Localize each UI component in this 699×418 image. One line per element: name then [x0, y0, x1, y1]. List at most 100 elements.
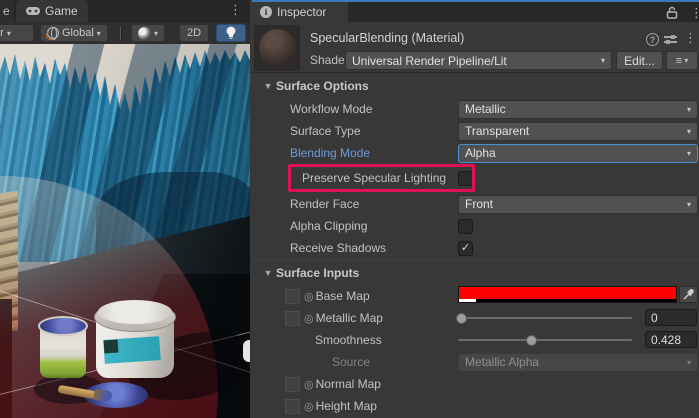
foldout-icon[interactable]: ▼: [260, 268, 276, 278]
smoothness-slider-knob[interactable]: [526, 335, 537, 346]
game-panel: e Game ⋮ ter ▾ Global ▾: [0, 0, 250, 418]
color-swatch-main: [459, 287, 676, 299]
chevron-down-icon: ▾: [7, 29, 11, 38]
material-menu-icon[interactable]: ⋮: [684, 31, 697, 44]
height-map-label: Height Map: [316, 399, 377, 413]
workflow-mode-row: Workflow Mode Metallic ▾: [252, 98, 699, 120]
source-dropdown: Metallic Alpha ▾: [458, 353, 698, 372]
source-value: Metallic Alpha: [465, 355, 539, 369]
unlock-icon[interactable]: [666, 6, 678, 19]
surface-type-label: Surface Type: [290, 124, 361, 138]
unity-editor: e Game ⋮ ter ▾ Global ▾: [0, 0, 699, 418]
scene-object: [243, 340, 250, 362]
inspector-tab-bar: i Inspector ⋮: [252, 2, 699, 22]
shader-list-dropdown[interactable]: ≡ ▾: [666, 51, 698, 70]
workflow-mode-value: Metallic: [465, 102, 506, 116]
smoothness-row: Smoothness 0.428: [252, 329, 699, 351]
preserve-specular-checkbox[interactable]: [458, 171, 473, 186]
eyedropper-button[interactable]: [679, 286, 698, 303]
blending-mode-value: Alpha: [465, 146, 496, 160]
material-header: SpecularBlending (Material) ? ⋮ Shader U…: [252, 22, 699, 73]
scene-bucket-logo: [104, 340, 119, 354]
surface-type-row: Surface Type Transparent ▾: [252, 120, 699, 142]
alpha-fill: [459, 299, 476, 302]
alpha-clipping-checkbox[interactable]: [458, 219, 473, 234]
chevron-down-icon: ▾: [687, 105, 691, 114]
height-map-texture-slot[interactable]: [285, 399, 300, 414]
base-map-color-swatch[interactable]: [458, 286, 677, 303]
smoothness-slider[interactable]: [458, 339, 632, 341]
shading-mode-button[interactable]: ▾: [131, 24, 165, 42]
presets-icon[interactable]: [664, 33, 677, 46]
workflow-mode-dropdown[interactable]: Metallic ▾: [458, 100, 698, 119]
metallic-map-label: Metallic Map: [316, 311, 383, 325]
game-tab-bar: e Game ⋮: [0, 0, 250, 22]
surface-type-dropdown[interactable]: Transparent ▾: [458, 122, 698, 141]
receive-shadows-checkbox[interactable]: ✓: [458, 241, 473, 256]
shader-dropdown[interactable]: Universal Render Pipeline/Lit ▾: [345, 51, 612, 70]
foldout-icon[interactable]: ▼: [260, 81, 276, 91]
game-viewport[interactable]: [0, 44, 250, 418]
material-title: SpecularBlending (Material): [310, 31, 464, 45]
metallic-map-texture-slot[interactable]: [285, 311, 300, 326]
metallic-slider-knob[interactable]: [456, 313, 467, 324]
2d-label: 2D: [187, 27, 201, 39]
texture-target-icon: ◎: [304, 290, 314, 303]
metallic-slider[interactable]: [458, 317, 632, 319]
pivot-button-partial[interactable]: ter ▾: [0, 24, 34, 42]
chevron-down-icon: ▾: [601, 56, 605, 65]
tab-game-label: Game: [45, 4, 78, 18]
help-icon[interactable]: ?: [646, 33, 659, 46]
chevron-down-icon: ▾: [687, 358, 691, 367]
normal-map-texture-slot[interactable]: [285, 377, 300, 392]
2d-toggle-button[interactable]: 2D: [179, 24, 209, 42]
chevron-down-icon: ▾: [684, 56, 688, 65]
global-label: Global: [62, 27, 94, 39]
tab-scene-partial[interactable]: e: [0, 0, 14, 22]
shader-label: Shader: [310, 53, 349, 67]
smoothness-source-row: Source Metallic Alpha ▾: [252, 351, 699, 373]
render-face-row: Render Face Front ▾: [252, 193, 699, 215]
edit-shader-button[interactable]: Edit...: [616, 51, 663, 70]
blending-mode-row: Blending Mode Alpha ▾: [252, 142, 699, 164]
chevron-down-icon: ▾: [687, 149, 691, 158]
tab-inspector-label: Inspector: [277, 5, 326, 19]
shaded-sphere-icon: [138, 27, 151, 40]
smoothness-value-field[interactable]: 0.428: [645, 331, 697, 348]
base-map-texture-slot[interactable]: [285, 289, 300, 304]
color-swatch-alpha-bar: [459, 299, 676, 302]
game-toolbar: ter ▾ Global ▾ ▾ 2D: [0, 22, 250, 44]
texture-target-icon: ◎: [304, 312, 314, 325]
receive-shadows-row: Receive Shadows ✓: [252, 237, 699, 259]
render-face-dropdown[interactable]: Front ▾: [458, 195, 698, 214]
source-label: Source: [332, 355, 370, 369]
section-title: Surface Options: [276, 79, 369, 93]
metallic-map-row: ◎ Metallic Map 0: [252, 307, 699, 329]
surface-type-value: Transparent: [465, 124, 529, 138]
info-icon: i: [260, 6, 272, 18]
tab-game[interactable]: Game: [16, 0, 88, 22]
game-menu-icon[interactable]: ⋮: [229, 3, 242, 16]
inspector-menu-icon[interactable]: ⋮: [690, 6, 699, 19]
global-pivot-button[interactable]: Global ▾: [40, 24, 108, 42]
scene-paint-can-top: [38, 316, 88, 336]
blending-mode-dropdown[interactable]: Alpha ▾: [458, 144, 698, 163]
lighting-toggle-button[interactable]: [216, 24, 246, 42]
material-preview-thumbnail[interactable]: [254, 25, 300, 71]
tab-inspector[interactable]: i Inspector: [252, 2, 348, 22]
base-map-label: Base Map: [316, 289, 370, 303]
preserve-specular-label: Preserve Specular Lighting: [302, 171, 446, 185]
gamepad-icon: [26, 6, 40, 16]
section-title: Surface Inputs: [276, 266, 359, 280]
metallic-value-field[interactable]: 0: [645, 309, 697, 326]
surface-options-header[interactable]: ▼ Surface Options: [252, 76, 699, 96]
surface-inputs-header[interactable]: ▼ Surface Inputs: [252, 263, 699, 283]
alpha-clipping-row: Alpha Clipping: [252, 215, 699, 237]
chevron-down-icon: ▾: [97, 29, 101, 38]
height-map-row: ◎ Height Map: [252, 395, 699, 417]
normal-map-label: Normal Map: [316, 377, 381, 391]
preserve-specular-row: Preserve Specular Lighting: [252, 167, 699, 189]
base-map-row: ◎ Base Map: [252, 285, 699, 307]
alpha-clipping-label: Alpha Clipping: [290, 219, 367, 233]
chevron-down-icon: ▾: [687, 200, 691, 209]
